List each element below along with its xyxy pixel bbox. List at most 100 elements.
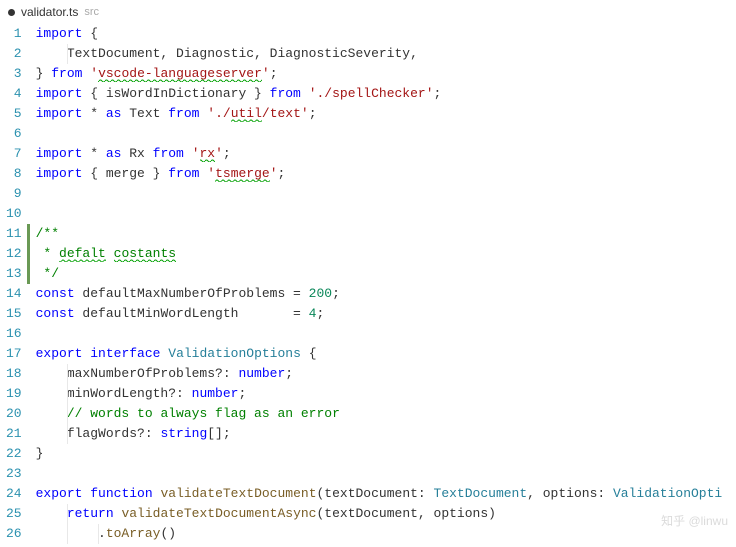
code-line[interactable]: import { isWordInDictionary } from './sp… [36,84,723,104]
code-token: flagWords?: [36,426,161,441]
code-line[interactable]: // words to always flag as an error [36,404,723,424]
code-line[interactable] [36,324,723,344]
line-number: 24 [6,484,22,504]
code-token: ValidationOpti [613,486,722,501]
indent-guide-icon [67,364,68,384]
code-line[interactable]: return validateTextDocumentAsync(textDoc… [36,504,723,524]
code-token: ; [285,366,293,381]
code-token: TextDocument, Diagnostic, DiagnosticSeve… [36,46,418,61]
code-line[interactable] [36,464,723,484]
doc-change-bar-icon [27,224,30,244]
code-line[interactable]: /** [36,224,723,244]
code-line[interactable] [36,124,723,144]
code-token: // words to always flag as an error [67,406,340,421]
code-token: defaultMinWordLength = [75,306,309,321]
code-line[interactable]: export interface ValidationOptions { [36,344,723,364]
line-number: 16 [6,324,22,344]
code-token: ; [223,146,231,161]
code-area[interactable]: import { TextDocument, Diagnostic, Diagn… [36,24,723,544]
indent-guide-icon [67,524,68,544]
code-token: interface [90,346,160,361]
code-token: ; [332,286,340,301]
code-line[interactable]: import { [36,24,723,44]
code-token: (textDocument: [317,486,434,501]
code-token: toArray [106,526,161,541]
code-token: from [153,146,184,161]
code-token: ' [90,66,98,81]
code-token: defaultMaxNumberOfProblems = [75,286,309,301]
code-token: ; [316,306,324,321]
code-token: { merge } [82,166,168,181]
code-line[interactable]: .toArray() [36,524,723,544]
code-token: , options: [527,486,613,501]
code-token [36,406,67,421]
code-token: from [168,166,199,181]
line-number: 4 [6,84,22,104]
code-token: } [36,446,44,461]
code-line[interactable]: TextDocument, Diagnostic, DiagnosticSeve… [36,44,723,64]
code-token: []; [207,426,230,441]
code-line[interactable]: import * as Rx from 'rx'; [36,144,723,164]
code-line[interactable] [36,184,723,204]
line-number: 9 [6,184,22,204]
code-token: tsmerge [215,166,270,182]
line-number: 20 [6,404,22,424]
code-line[interactable]: * defalt costants [36,244,723,264]
code-line[interactable]: } [36,444,723,464]
code-line[interactable]: import { merge } from 'tsmerge'; [36,164,723,184]
code-token: ' [215,146,223,161]
code-token: import [36,106,83,121]
code-line[interactable]: */ [36,264,723,284]
code-line[interactable]: export function validateTextDocument(tex… [36,484,723,504]
code-token: './spellChecker' [309,86,434,101]
code-token: vscode-languageserver [98,66,262,82]
code-token: export [36,346,83,361]
line-number: 21 [6,424,22,444]
code-line[interactable]: flagWords?: string[]; [36,424,723,444]
code-token: * [82,146,105,161]
code-token: { [82,26,98,41]
watermark: 知乎 @linwu [661,512,728,529]
code-token: ' [207,166,215,181]
code-token [36,506,67,521]
code-token: ; [278,166,286,181]
tab-filename[interactable]: validator.ts [21,5,78,19]
code-token: import [36,86,83,101]
code-token: ' [270,166,278,181]
line-number: 23 [6,464,22,484]
doc-change-bar-icon [27,264,30,284]
code-token: TextDocument [434,486,528,501]
code-token: ' [192,146,200,161]
code-token: rx [200,146,216,162]
code-line[interactable]: const defaultMinWordLength = 4; [36,304,723,324]
code-line[interactable]: } from 'vscode-languageserver'; [36,64,723,84]
indent-guide-icon [67,504,68,524]
code-token: from [168,106,199,121]
line-number: 13 [6,264,22,284]
line-number: 18 [6,364,22,384]
code-token [301,86,309,101]
code-line[interactable]: const defaultMaxNumberOfProblems = 200; [36,284,723,304]
code-line[interactable]: minWordLength?: number; [36,384,723,404]
line-number: 6 [6,124,22,144]
line-number: 10 [6,204,22,224]
code-token: { isWordInDictionary } [82,86,269,101]
code-token: number [192,386,239,401]
code-token [184,146,192,161]
line-number: 12 [6,244,22,264]
code-token: as [106,146,122,161]
code-token: ; [309,106,317,121]
code-token: string [160,426,207,441]
line-number: 2 [6,44,22,64]
line-number: 19 [6,384,22,404]
code-line[interactable] [36,204,723,224]
code-line[interactable]: maxNumberOfProblems?: number; [36,364,723,384]
editor[interactable]: 1234567891011121314151617181920212223242… [0,24,736,544]
code-line[interactable]: import * as Text from './util/text'; [36,104,723,124]
code-token: (textDocument, options) [317,506,496,521]
tab-path: src [84,6,99,18]
code-token: ; [270,66,278,81]
code-token: export [36,486,83,501]
line-number: 1 [6,24,22,44]
code-token: /text' [262,106,309,121]
